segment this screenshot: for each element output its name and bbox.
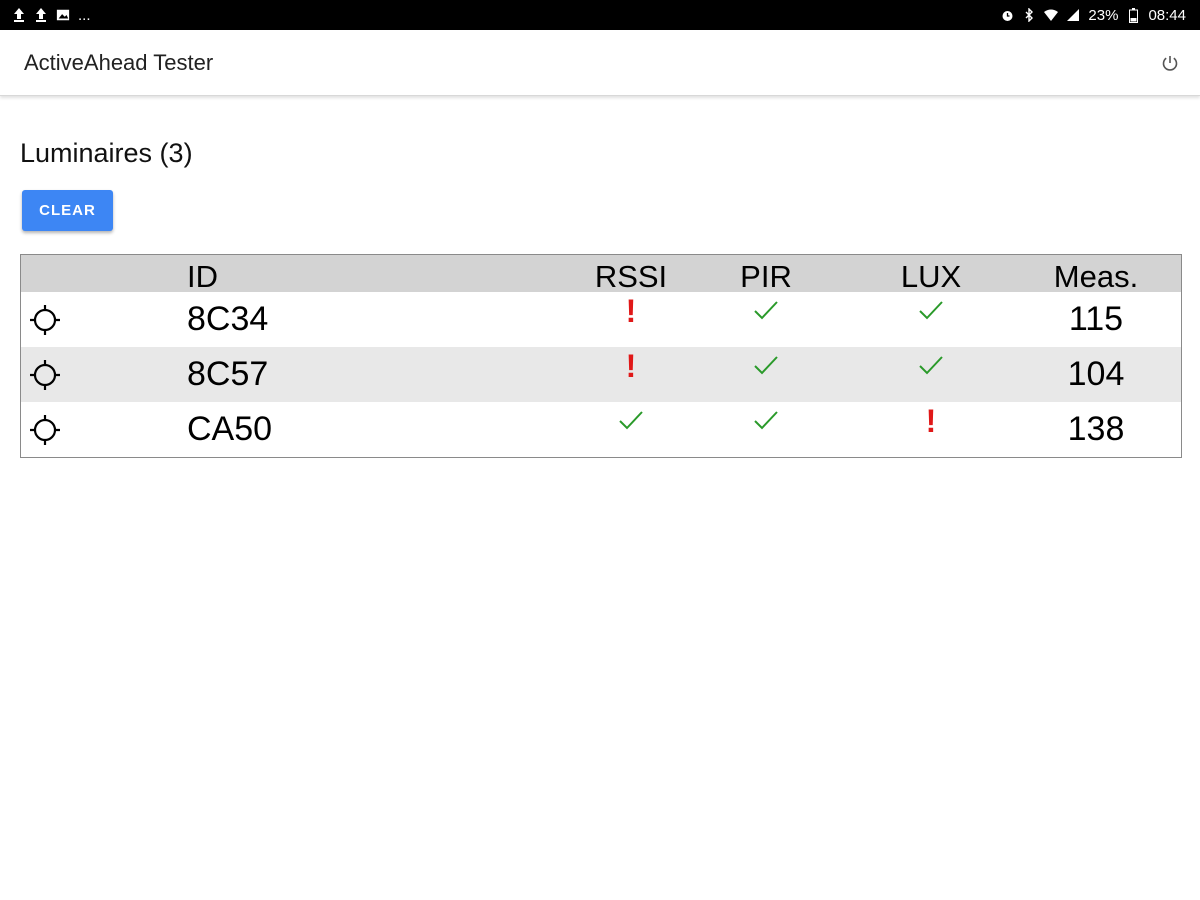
- measurement-value: 104: [1067, 355, 1125, 393]
- header-lux: LUX: [900, 259, 962, 294]
- upload-icon: [12, 7, 26, 23]
- status-time: 08:44: [1148, 6, 1186, 24]
- locate-crosshair-icon[interactable]: [25, 402, 65, 457]
- lux-check-icon: [851, 292, 1011, 347]
- pir-check-icon: [686, 347, 846, 402]
- locate-crosshair-icon[interactable]: [25, 292, 65, 347]
- luminaire-id: 8C57: [187, 355, 269, 393]
- upload-icon: [34, 7, 48, 23]
- luminaire-id: 8C34: [187, 300, 269, 338]
- table-row[interactable]: 8C57! 104: [21, 347, 1181, 402]
- section-title: Luminaires (3): [20, 138, 193, 168]
- table-body: 8C34! 115 8C57! 104 CA50! 138: [21, 292, 1181, 457]
- pir-check-icon: [686, 292, 846, 347]
- measurement-value: 115: [1068, 300, 1124, 338]
- luminaire-id: CA50: [187, 410, 273, 448]
- wifi-icon: [1044, 7, 1059, 23]
- bluetooth-icon: [1022, 7, 1036, 23]
- status-left: ...: [12, 7, 91, 24]
- status-right: 23% 08:44: [1000, 7, 1186, 24]
- battery-percent: 23%: [1088, 6, 1119, 24]
- table-header: ID RSSI PIR LUX Meas.: [21, 255, 1181, 294]
- image-icon: [56, 7, 70, 23]
- pir-check-icon: [686, 402, 846, 457]
- status-bar: ... 23% 08:44: [0, 0, 1200, 30]
- lux-warning-mark: !: [925, 403, 937, 439]
- lux-check-icon: [851, 347, 1011, 402]
- header-meas: Meas.: [1053, 259, 1139, 294]
- status-overflow: ...: [78, 6, 91, 24]
- table-row[interactable]: 8C34! 115: [21, 292, 1181, 347]
- header-id: ID: [187, 259, 218, 294]
- clear-button[interactable]: CLEAR: [22, 190, 113, 231]
- locate-crosshair-icon[interactable]: [25, 347, 65, 402]
- measurement-value: 138: [1067, 410, 1125, 448]
- signal-icon: [1066, 7, 1080, 23]
- table-row[interactable]: CA50! 138: [21, 402, 1181, 457]
- battery-icon: [1126, 7, 1140, 23]
- alarm-icon: [1000, 7, 1014, 23]
- app-title: ActiveAhead Tester: [24, 49, 214, 75]
- power-icon[interactable]: [1158, 51, 1182, 75]
- header-pir: PIR: [740, 259, 792, 294]
- luminaire-table: ID RSSI PIR LUX Meas. 8C34! 115 8C57! 104 CA…: [20, 254, 1182, 458]
- app-bar: ActiveAhead Tester: [0, 30, 1200, 96]
